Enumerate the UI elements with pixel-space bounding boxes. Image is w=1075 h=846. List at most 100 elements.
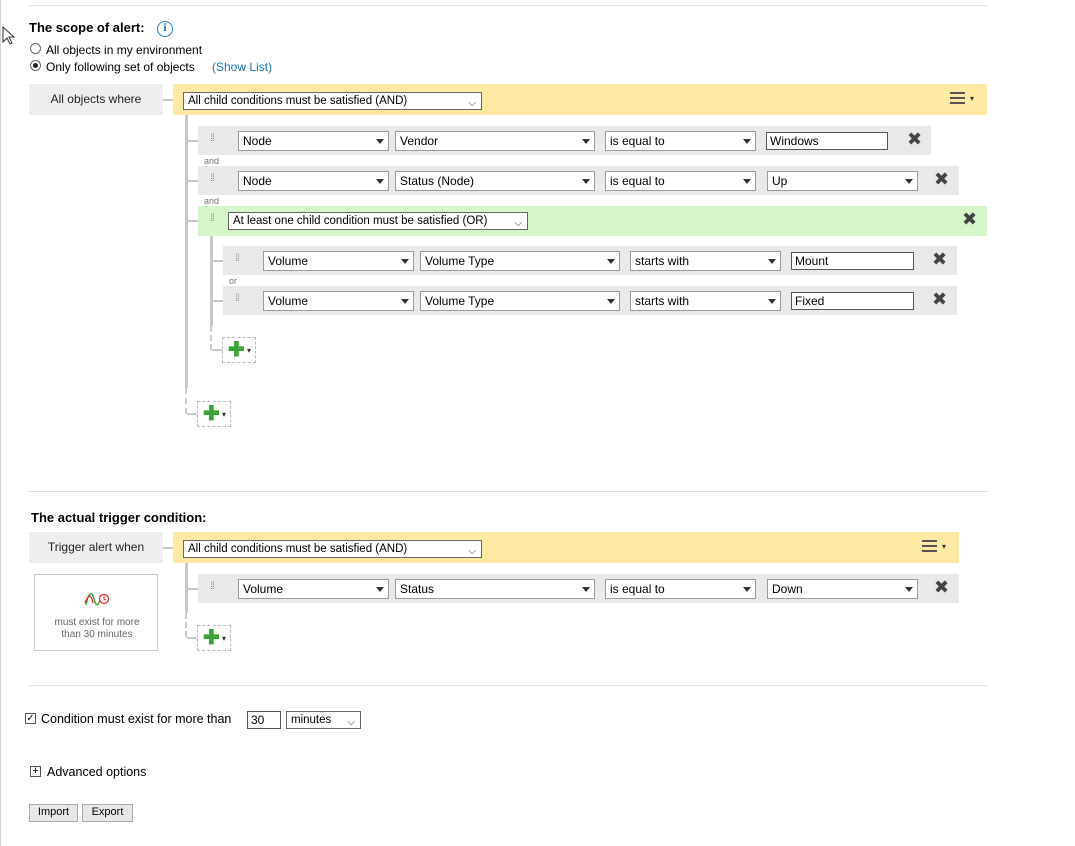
value-select[interactable]: Down xyxy=(767,579,918,599)
field-select[interactable]: Status xyxy=(395,579,595,599)
top-divider xyxy=(29,5,987,6)
operator-select[interactable]: is equal to xyxy=(605,131,756,151)
duration-unit-value: minutes xyxy=(291,714,332,726)
expand-icon[interactable]: + xyxy=(30,766,41,777)
duration-summary-box: must exist for more than 30 minutes xyxy=(34,574,158,651)
drag-handle-icon[interactable]: ⁞⁞ xyxy=(232,294,242,304)
scope-root-mode-value: All child conditions must be satisfied (… xyxy=(188,95,408,107)
scope-add-button[interactable]: ✚ ▾ xyxy=(197,401,231,427)
trigger-root-menu-button[interactable]: ▾ xyxy=(917,535,953,559)
trigger-add-button[interactable]: ✚ ▾ xyxy=(197,625,231,651)
field-value: Status xyxy=(400,582,435,596)
dropdown-arrow-icon xyxy=(607,299,615,304)
remove-icon[interactable]: ✖ xyxy=(907,131,922,149)
operator-select[interactable]: is equal to xyxy=(605,171,756,191)
remove-icon[interactable]: ✖ xyxy=(932,291,947,309)
mouse-cursor-icon xyxy=(2,26,16,45)
drag-handle-icon[interactable]: ⁞⁞ xyxy=(207,214,217,224)
option-all-objects-label: All objects in my environment xyxy=(46,43,203,57)
or-group-mode-value: At least one child condition must be sat… xyxy=(233,215,488,227)
drag-handle-icon[interactable]: ⁞⁞ xyxy=(232,254,242,264)
field-select[interactable]: Vendor xyxy=(395,131,595,151)
scope-title: The scope of alert: xyxy=(29,20,145,35)
menu-icon xyxy=(922,540,937,542)
object-select[interactable]: Node xyxy=(238,171,389,191)
field-value: Volume Type xyxy=(425,294,495,308)
condition-row: ⁞⁞ Volume Volume Type starts with Fixed … xyxy=(223,286,957,315)
or-tree-line-dashed xyxy=(210,326,214,350)
dropdown-arrow-icon xyxy=(401,299,409,304)
import-button[interactable]: Import xyxy=(29,804,78,822)
advanced-options-link[interactable]: Advanced options xyxy=(47,765,146,779)
operator-select[interactable]: is equal to xyxy=(605,579,756,599)
object-select[interactable]: Volume xyxy=(263,251,414,271)
dropdown-arrow-icon xyxy=(582,139,590,144)
show-list-link[interactable]: (Show List) xyxy=(212,60,272,74)
section-divider xyxy=(29,491,987,492)
field-select[interactable]: Volume Type xyxy=(420,291,620,311)
object-value: Node xyxy=(243,174,272,188)
value-value: Up xyxy=(772,174,788,188)
field-value: Status (Node) xyxy=(400,174,475,188)
object-select[interactable]: Node xyxy=(238,131,389,151)
remove-icon[interactable]: ✖ xyxy=(932,251,947,269)
dropdown-arrow-icon xyxy=(376,179,384,184)
remove-icon[interactable]: ✖ xyxy=(962,211,977,229)
connector-or: or xyxy=(229,276,238,286)
duration-chart-icon xyxy=(84,592,110,606)
field-select[interactable]: Volume Type xyxy=(420,251,620,271)
dropdown-arrow-icon xyxy=(376,139,384,144)
connector-and: and xyxy=(204,196,220,206)
drag-handle-icon[interactable]: ⁞⁞ xyxy=(207,582,217,592)
dropdown-arrow-icon xyxy=(743,179,751,184)
value-input[interactable]: Fixed xyxy=(791,292,914,310)
value-input[interactable]: Windows xyxy=(766,132,888,150)
dropdown-arrow-icon xyxy=(768,259,776,264)
root-connector xyxy=(163,99,173,101)
duration-unit-select[interactable]: minutes ⌵ xyxy=(286,711,361,729)
dropdown-arrow-icon xyxy=(607,259,615,264)
radio-following-objects[interactable] xyxy=(30,60,41,71)
duration-input[interactable]: 30 xyxy=(247,711,281,729)
field-value: Volume Type xyxy=(425,254,495,268)
or-group-add-button[interactable]: ✚ ▾ xyxy=(222,337,256,363)
dropdown-arrow-icon xyxy=(743,587,751,592)
value-input[interactable]: Mount xyxy=(791,252,914,270)
operator-select[interactable]: starts with xyxy=(630,291,781,311)
plus-icon: ✚ xyxy=(228,339,245,361)
drag-handle-icon[interactable]: ⁞⁞ xyxy=(207,134,217,144)
scope-root-mode-select[interactable]: All child conditions must be satisfied (… xyxy=(183,92,482,110)
scope-root-menu-button[interactable]: ▾ xyxy=(945,87,981,111)
radio-all-objects[interactable] xyxy=(30,43,41,54)
remove-icon[interactable]: ✖ xyxy=(934,579,949,597)
row-connector xyxy=(188,140,198,142)
info-icon[interactable]: i xyxy=(157,21,173,37)
field-select[interactable]: Status (Node) xyxy=(395,171,595,191)
operator-select[interactable]: starts with xyxy=(630,251,781,271)
condition-duration-checkbox[interactable]: ✓ xyxy=(25,713,36,724)
row-connector xyxy=(188,588,198,590)
condition-row: ⁞⁞ Node Status (Node) is equal to Up ✖ xyxy=(198,166,959,195)
value-select[interactable]: Up xyxy=(767,171,918,191)
plus-icon: ✚ xyxy=(203,403,220,425)
trigger-add-connector xyxy=(187,637,197,639)
dropdown-arrow-icon xyxy=(768,299,776,304)
trigger-root-mode-select[interactable]: All child conditions must be satisfied (… xyxy=(183,540,482,558)
condition-row: ⁞⁞ Node Vendor is equal to Windows ✖ xyxy=(198,126,931,155)
export-button[interactable]: Export xyxy=(82,804,133,822)
chevron-down-icon: ⌵ xyxy=(347,717,355,728)
row-connector xyxy=(188,220,198,222)
row-connector xyxy=(188,180,198,182)
dropdown-arrow-icon xyxy=(743,139,751,144)
drag-handle-icon[interactable]: ⁞⁞ xyxy=(207,174,217,184)
object-select[interactable]: Volume xyxy=(263,291,414,311)
dropdown-arrow-icon xyxy=(582,587,590,592)
row-connector xyxy=(213,260,223,262)
remove-icon[interactable]: ✖ xyxy=(934,171,949,189)
caret-down-icon: ▾ xyxy=(222,410,227,419)
dropdown-arrow-icon xyxy=(582,179,590,184)
or-group-mode-select[interactable]: At least one child condition must be sat… xyxy=(228,212,528,230)
object-select[interactable]: Volume xyxy=(238,579,389,599)
row-connector xyxy=(213,300,223,302)
caret-down-icon: ▾ xyxy=(942,542,947,551)
